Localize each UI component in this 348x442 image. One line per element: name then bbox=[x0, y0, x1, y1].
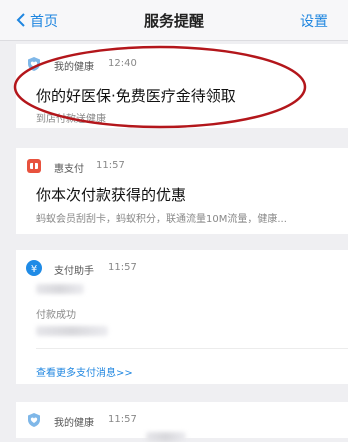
app-name: 支付助手 bbox=[54, 266, 94, 277]
card-divider bbox=[36, 348, 348, 349]
svg-text:¥: ¥ bbox=[31, 264, 37, 275]
heart-shield-icon bbox=[26, 412, 42, 428]
app-name: 我的健康 bbox=[54, 418, 94, 429]
message-time: 11:57 bbox=[108, 262, 137, 273]
coupon-icon bbox=[26, 158, 42, 174]
message-subtitle: 蚂蚁会员刮刮卡，蚂蚁积分，联通流量10M流量，健康... bbox=[36, 214, 287, 225]
message-card-health-2[interactable]: 我的健康 11:57 bbox=[16, 402, 348, 442]
redacted-content bbox=[146, 432, 186, 442]
settings-button[interactable]: 设置 bbox=[300, 11, 328, 31]
message-time: 11:57 bbox=[108, 414, 137, 425]
page-title: 服务提醒 bbox=[143, 12, 204, 30]
message-card-payment[interactable]: ¥ 支付助手 11:57 付款成功 查看更多支付消息>> bbox=[16, 250, 348, 384]
redacted-amount bbox=[36, 284, 84, 294]
more-payment-messages-link[interactable]: 查看更多支付消息>> bbox=[36, 364, 133, 379]
redacted-detail bbox=[36, 326, 108, 336]
yen-icon: ¥ bbox=[26, 260, 42, 276]
message-time: 11:57 bbox=[96, 160, 125, 171]
app-name: 惠支付 bbox=[54, 164, 84, 175]
navigation-bar: 首页 服务提醒 设置 bbox=[0, 0, 348, 41]
message-card-discount[interactable]: 惠支付 11:57 你本次付款获得的优惠 蚂蚁会员刮刮卡，蚂蚁积分，联通流量10… bbox=[16, 148, 348, 234]
highlight-ellipse bbox=[13, 45, 307, 129]
payment-status: 付款成功 bbox=[36, 310, 76, 321]
message-headline: 你本次付款获得的优惠 bbox=[36, 186, 187, 204]
